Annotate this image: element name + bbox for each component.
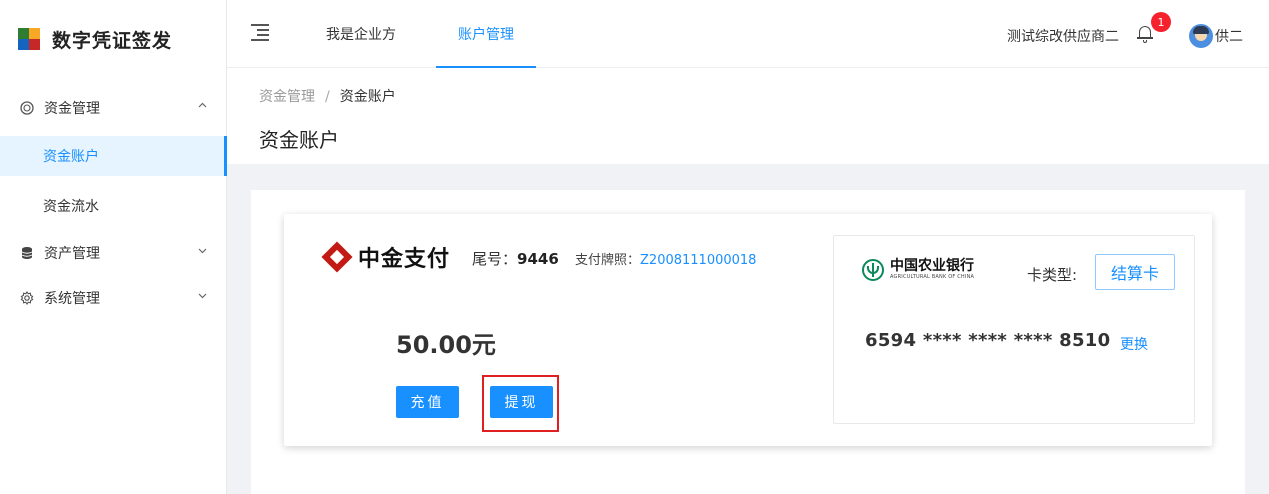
- recharge-button[interactable]: 充值: [396, 386, 459, 418]
- menu-collapse-icon[interactable]: [251, 24, 269, 41]
- page-title: 资金账户: [259, 128, 339, 152]
- gear-icon: [20, 291, 34, 305]
- bell-icon[interactable]: [1137, 24, 1153, 44]
- payment-license: 支付牌照：Z2008111000018: [575, 249, 756, 268]
- tail-number-label: 尾号：: [472, 250, 518, 268]
- sidebar-group-label: 资产管理: [44, 246, 100, 262]
- bank-logo: 中国农业银行 AGRICULTURAL BANK OF CHINA: [862, 258, 974, 281]
- provider-brand: 中金支付: [321, 240, 451, 274]
- top-header: 我是企业方 账户管理 测试综改供应商二 1 供二: [227, 0, 1269, 68]
- sidebar-item-fund-account[interactable]: 资金账户: [0, 136, 227, 176]
- withdraw-highlight-box: [482, 375, 559, 432]
- org-name: 测试综改供应商二: [1007, 29, 1119, 45]
- license-number: Z2008111000018: [640, 253, 757, 268]
- change-card-link[interactable]: 更换: [1120, 334, 1148, 354]
- bank-name-cn: 中国农业银行: [890, 258, 974, 274]
- abc-logo-icon: [862, 258, 884, 281]
- chevron-down-icon: [198, 245, 207, 258]
- sidebar-group-assets[interactable]: 资产管理: [0, 233, 227, 273]
- database-icon: [20, 246, 34, 260]
- account-balance: 50.00元: [396, 331, 496, 359]
- app-title: 数字凭证签发: [52, 29, 173, 52]
- chevron-up-icon: [198, 100, 207, 113]
- user-name[interactable]: 供二: [1215, 26, 1243, 46]
- app-logo: 数字凭证签发: [18, 24, 172, 54]
- tail-number-value: 9446: [517, 250, 559, 268]
- breadcrumb-separator: /: [325, 89, 330, 105]
- card-number: 6594 **** **** **** 8510: [865, 330, 1111, 351]
- provider-name: 中金支付: [358, 246, 451, 272]
- notification-badge: 1: [1151, 12, 1171, 32]
- cicc-logo-icon: [321, 241, 353, 273]
- avatar[interactable]: [1189, 24, 1213, 48]
- tab-enterprise[interactable]: 我是企业方: [326, 0, 396, 68]
- coin-icon: [20, 101, 34, 115]
- bank-name-en: AGRICULTURAL BANK OF CHINA: [890, 274, 975, 280]
- page-header: 资金管理 / 资金账户 资金账户: [227, 68, 1269, 164]
- sidebar-group-funds[interactable]: 资金管理: [0, 88, 227, 128]
- sidebar-group-system[interactable]: 系统管理: [0, 278, 227, 318]
- chevron-down-icon: [198, 290, 207, 303]
- tail-number: 尾号：9446: [472, 248, 559, 269]
- sidebar-group-label: 资金管理: [44, 101, 100, 117]
- sidebar-item-fund-flow[interactable]: 资金流水: [0, 186, 227, 226]
- card-type-badge: 结算卡: [1095, 254, 1175, 290]
- logo-icon: [18, 28, 40, 50]
- tab-account-management[interactable]: 账户管理: [436, 0, 536, 68]
- breadcrumb-current: 资金账户: [339, 89, 396, 105]
- breadcrumb-parent[interactable]: 资金管理: [259, 89, 315, 105]
- sidebar: 数字凭证签发 资金管理 资金账户 资金流水 资产管理 系统管理: [0, 0, 227, 494]
- sidebar-group-label: 系统管理: [44, 291, 100, 307]
- breadcrumb: 资金管理 / 资金账户: [259, 86, 396, 106]
- card-type-label: 卡类型:: [1027, 266, 1078, 284]
- license-label: 支付牌照：: [575, 253, 641, 268]
